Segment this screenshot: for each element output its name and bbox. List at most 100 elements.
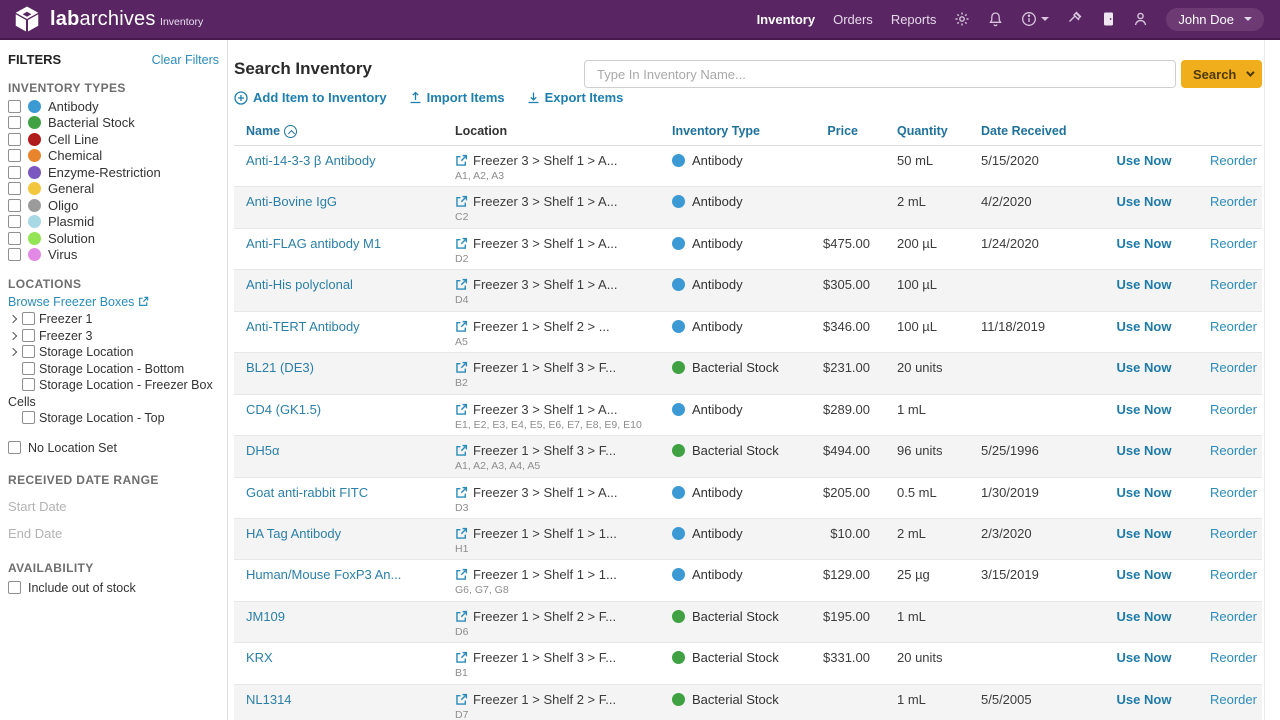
bell-icon[interactable] — [988, 11, 1003, 27]
item-name-link[interactable]: Goat anti-rabbit FITC — [246, 485, 368, 500]
external-link-icon[interactable] — [455, 278, 468, 291]
reorder-link[interactable]: Reorder — [1210, 402, 1257, 417]
external-link-icon[interactable] — [455, 444, 468, 457]
add-item-link[interactable]: Add Item to Inventory — [234, 90, 387, 105]
start-date-input[interactable] — [8, 499, 158, 514]
use-now-link[interactable]: Use Now — [1117, 609, 1172, 624]
location-checkbox[interactable] — [22, 329, 35, 342]
external-link-icon[interactable] — [455, 693, 468, 706]
col-header-quantity[interactable]: Quantity — [897, 124, 948, 138]
inventory-type-checkbox[interactable] — [8, 232, 21, 245]
location-checkbox[interactable] — [22, 411, 35, 424]
reorder-link[interactable]: Reorder — [1210, 153, 1257, 168]
col-header-name[interactable]: Name — [246, 124, 297, 138]
reorder-link[interactable]: Reorder — [1210, 609, 1257, 624]
item-name-link[interactable]: CD4 (GK1.5) — [246, 402, 321, 417]
user-icon[interactable] — [1133, 11, 1148, 27]
item-name-link[interactable]: HA Tag Antibody — [246, 526, 341, 541]
location-checkbox[interactable] — [22, 362, 35, 375]
gear-icon[interactable] — [954, 11, 970, 27]
reorder-link[interactable]: Reorder — [1210, 692, 1257, 707]
item-name-link[interactable]: Anti-FLAG antibody M1 — [246, 236, 381, 251]
inventory-type-checkbox[interactable] — [8, 248, 21, 261]
item-name-link[interactable]: KRX — [246, 650, 273, 665]
use-now-link[interactable]: Use Now — [1117, 153, 1172, 168]
user-menu[interactable]: John Doe — [1166, 8, 1264, 31]
item-name-link[interactable]: JM109 — [246, 609, 285, 624]
sort-icon[interactable] — [284, 125, 297, 138]
inventory-type-checkbox[interactable] — [8, 182, 21, 195]
chevron-right-icon[interactable] — [8, 328, 22, 345]
col-header-date-received[interactable]: Date Received — [981, 124, 1066, 138]
reorder-link[interactable]: Reorder — [1210, 526, 1257, 541]
reorder-link[interactable]: Reorder — [1210, 443, 1257, 458]
nav-reports[interactable]: Reports — [891, 12, 937, 27]
item-name-link[interactable]: Human/Mouse FoxP3 An... — [246, 567, 401, 582]
chevron-right-icon[interactable] — [8, 344, 22, 361]
inventory-type-checkbox[interactable] — [8, 166, 21, 179]
search-input[interactable] — [584, 60, 1176, 88]
inventory-type-checkbox[interactable] — [8, 116, 21, 129]
no-location-checkbox[interactable] — [8, 441, 21, 454]
col-header-inventory-type[interactable]: Inventory Type — [672, 124, 760, 138]
nav-orders[interactable]: Orders — [833, 12, 873, 27]
clear-filters-link[interactable]: Clear Filters — [152, 53, 219, 67]
inventory-type-checkbox[interactable] — [8, 149, 21, 162]
external-link-icon[interactable] — [455, 154, 468, 167]
external-link-icon[interactable] — [455, 403, 468, 416]
external-link-icon[interactable] — [455, 651, 468, 664]
item-name-link[interactable]: Anti-Bovine IgG — [246, 194, 337, 209]
reorder-link[interactable]: Reorder — [1210, 485, 1257, 500]
reorder-link[interactable]: Reorder — [1210, 236, 1257, 251]
item-name-link[interactable]: Anti-14-3-3 β Antibody — [246, 153, 376, 168]
use-now-link[interactable]: Use Now — [1117, 194, 1172, 209]
external-link-icon[interactable] — [455, 486, 468, 499]
use-now-link[interactable]: Use Now — [1117, 485, 1172, 500]
use-now-link[interactable]: Use Now — [1117, 443, 1172, 458]
reorder-link[interactable]: Reorder — [1210, 277, 1257, 292]
nav-inventory[interactable]: Inventory — [757, 12, 816, 27]
export-items-link[interactable]: Export Items — [527, 90, 624, 105]
inventory-type-checkbox[interactable] — [8, 100, 21, 113]
use-now-link[interactable]: Use Now — [1117, 567, 1172, 582]
reorder-link[interactable]: Reorder — [1210, 650, 1257, 665]
reorder-link[interactable]: Reorder — [1210, 360, 1257, 375]
external-link-icon[interactable] — [455, 610, 468, 623]
external-link-icon[interactable] — [455, 195, 468, 208]
use-now-link[interactable]: Use Now — [1117, 236, 1172, 251]
location-checkbox[interactable] — [22, 312, 35, 325]
browse-freezer-boxes-link[interactable]: Browse Freezer Boxes — [8, 295, 149, 309]
inventory-type-checkbox[interactable] — [8, 215, 21, 228]
end-date-input[interactable] — [8, 526, 158, 541]
item-name-link[interactable]: Anti-His polyclonal — [246, 277, 353, 292]
gavel-icon[interactable] — [1067, 11, 1084, 27]
external-link-icon[interactable] — [455, 320, 468, 333]
external-link-icon[interactable] — [455, 527, 468, 540]
use-now-link[interactable]: Use Now — [1117, 277, 1172, 292]
use-now-link[interactable]: Use Now — [1117, 360, 1172, 375]
reorder-link[interactable]: Reorder — [1210, 319, 1257, 334]
import-items-link[interactable]: Import Items — [409, 90, 505, 105]
labarchives-logo[interactable]: labarchives Inventory — [0, 4, 203, 34]
external-link-icon[interactable] — [455, 568, 468, 581]
include-out-of-stock-checkbox[interactable] — [8, 581, 21, 594]
item-name-link[interactable]: DH5α — [246, 443, 280, 458]
location-checkbox[interactable] — [22, 345, 35, 358]
external-link-icon[interactable] — [455, 361, 468, 374]
use-now-link[interactable]: Use Now — [1117, 402, 1172, 417]
item-name-link[interactable]: BL21 (DE3) — [246, 360, 314, 375]
use-now-link[interactable]: Use Now — [1117, 692, 1172, 707]
location-checkbox[interactable] — [22, 378, 35, 391]
inventory-type-checkbox[interactable] — [8, 133, 21, 146]
chevron-right-icon[interactable] — [8, 311, 22, 328]
inventory-type-checkbox[interactable] — [8, 199, 21, 212]
external-link-icon[interactable] — [455, 237, 468, 250]
reorder-link[interactable]: Reorder — [1210, 567, 1257, 582]
use-now-link[interactable]: Use Now — [1117, 526, 1172, 541]
item-name-link[interactable]: Anti-TERT Antibody — [246, 319, 360, 334]
use-now-link[interactable]: Use Now — [1117, 319, 1172, 334]
item-name-link[interactable]: NL1314 — [246, 692, 292, 707]
door-icon[interactable] — [1102, 11, 1115, 27]
search-button[interactable]: Search — [1181, 60, 1262, 88]
col-header-price[interactable]: Price — [790, 124, 870, 138]
